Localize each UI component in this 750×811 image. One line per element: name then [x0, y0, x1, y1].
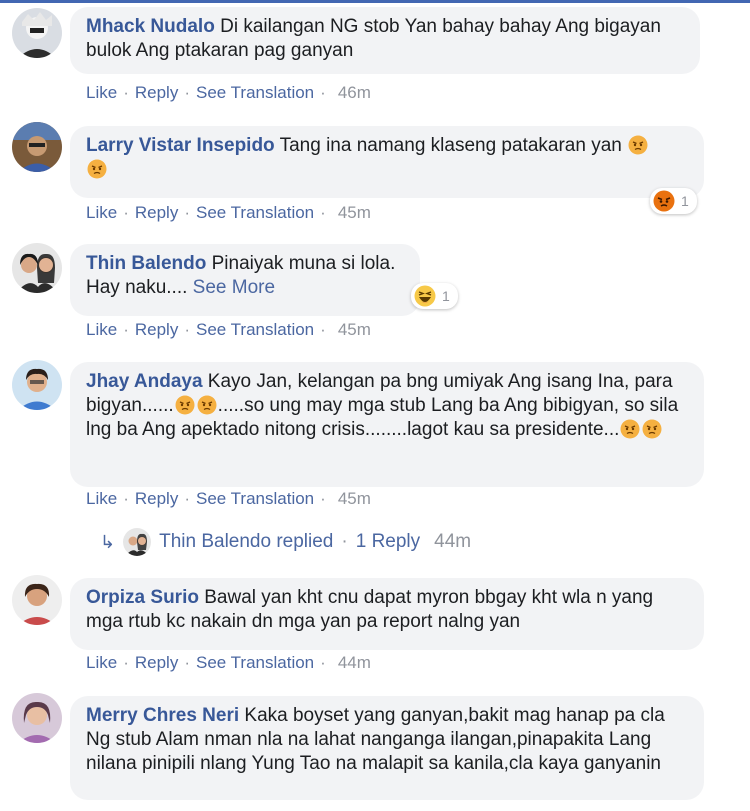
comment-actions: Like · Reply · See Translation · 44m: [86, 653, 371, 673]
angry-emoji-icon: [642, 419, 662, 439]
haha-reaction-icon: [414, 285, 436, 307]
separator-dot: ·: [123, 320, 129, 339]
comment-timestamp[interactable]: 45m: [338, 203, 371, 222]
see-translation-link[interactable]: See Translation: [196, 320, 314, 339]
reaction-count: 1: [681, 193, 689, 209]
angry-emoji-icon: [620, 419, 640, 439]
comment-bubble: Orpiza Surio Bawal yan kht cnu dapat myr…: [70, 578, 704, 650]
avatar[interactable]: [12, 575, 62, 625]
commenter-name[interactable]: Larry Vistar Insepido: [86, 135, 275, 156]
comment-text-line: Hay naku....: [86, 277, 188, 298]
comment-actions: Like · Reply · See Translation · 46m: [86, 83, 371, 103]
comment-text-line: Pinaiyak muna si lola.: [211, 253, 396, 274]
commenter-name[interactable]: Mhack Nudalo: [86, 16, 215, 37]
comment-text: Tang ina namang klaseng patakaran yan: [279, 135, 622, 156]
comment-bubble: Mhack Nudalo Di kailangan NG stob Yan ba…: [70, 7, 700, 74]
like-link[interactable]: Like: [86, 203, 117, 222]
separator-dot: ·: [184, 320, 190, 339]
avatar[interactable]: [12, 8, 62, 58]
avatar[interactable]: [12, 122, 62, 172]
angry-reaction-icon: [653, 190, 675, 212]
angry-emoji-icon: [197, 395, 217, 415]
angry-emoji-icon: [628, 135, 648, 155]
avatar[interactable]: [12, 693, 62, 743]
commenter-name[interactable]: Orpiza Surio: [86, 587, 199, 608]
reply-link[interactable]: Reply: [135, 83, 178, 102]
comment-timestamp[interactable]: 45m: [338, 320, 371, 339]
top-bar: [0, 0, 750, 3]
comment-bubble: Jhay Andaya Kayo Jan, kelangan pa bng um…: [70, 362, 704, 487]
separator-dot: ·: [320, 320, 326, 339]
see-more-link[interactable]: See More: [193, 277, 275, 298]
comment-bubble: Thin Balendo Pinaiyak muna si lola. Hay …: [70, 244, 420, 316]
separator-dot: ·: [184, 83, 190, 102]
avatar[interactable]: [12, 360, 62, 410]
reply-count[interactable]: 1 Reply: [356, 531, 420, 553]
commenter-name[interactable]: Jhay Andaya: [86, 371, 203, 392]
avatar: [123, 528, 152, 556]
reply-arrow-icon: ↳: [100, 531, 116, 552]
reply-link[interactable]: Reply: [135, 203, 178, 222]
see-translation-link[interactable]: See Translation: [196, 83, 314, 102]
comment-bubble: Larry Vistar Insepido Tang ina namang kl…: [70, 126, 704, 198]
separator-dot: ·: [123, 489, 129, 508]
see-translation-link[interactable]: See Translation: [196, 203, 314, 222]
comment-timestamp[interactable]: 44m: [338, 653, 371, 672]
comment-bubble: Merry Chres Neri Kaka boyset yang ganyan…: [70, 696, 704, 800]
reaction-count-badge[interactable]: 1: [411, 283, 458, 309]
reaction-count: 1: [442, 288, 450, 304]
separator-dot: ·: [184, 489, 190, 508]
separator-dot: ·: [184, 653, 190, 672]
separator-dot: ·: [320, 653, 326, 672]
comment-actions: Like · Reply · See Translation · 45m: [86, 320, 371, 340]
separator-dot: ·: [184, 203, 190, 222]
separator-dot: ·: [320, 83, 326, 102]
see-translation-link[interactable]: See Translation: [196, 653, 314, 672]
separator-dot: ·: [123, 203, 129, 222]
reply-link[interactable]: Reply: [135, 653, 178, 672]
avatar[interactable]: [12, 243, 62, 293]
replier-name[interactable]: Thin Balendo replied: [159, 531, 333, 553]
comment-timestamp[interactable]: 46m: [338, 83, 371, 102]
like-link[interactable]: Like: [86, 83, 117, 102]
reply-link[interactable]: Reply: [135, 320, 178, 339]
separator-dot: ·: [123, 653, 129, 672]
like-link[interactable]: Like: [86, 489, 117, 508]
see-translation-link[interactable]: See Translation: [196, 489, 314, 508]
reply-timestamp: 44m: [434, 531, 472, 552]
like-link[interactable]: Like: [86, 320, 117, 339]
comment-actions: Like · Reply · See Translation · 45m: [86, 203, 371, 223]
separator-dot: ·: [341, 531, 348, 552]
like-link[interactable]: Like: [86, 653, 117, 672]
separator-dot: ·: [320, 489, 326, 508]
view-replies-link[interactable]: ↳ Thin Balendo replied · 1 Reply 44m: [100, 527, 471, 557]
angry-emoji-icon: [175, 395, 195, 415]
commenter-name[interactable]: Merry Chres Neri: [86, 705, 239, 726]
reply-link[interactable]: Reply: [135, 489, 178, 508]
angry-emoji-icon: [87, 159, 107, 179]
comment-timestamp[interactable]: 45m: [338, 489, 371, 508]
comment-actions: Like · Reply · See Translation · 45m: [86, 489, 371, 509]
reaction-count-badge[interactable]: 1: [650, 188, 697, 214]
separator-dot: ·: [123, 83, 129, 102]
commenter-name[interactable]: Thin Balendo: [86, 253, 206, 274]
separator-dot: ·: [320, 203, 326, 222]
